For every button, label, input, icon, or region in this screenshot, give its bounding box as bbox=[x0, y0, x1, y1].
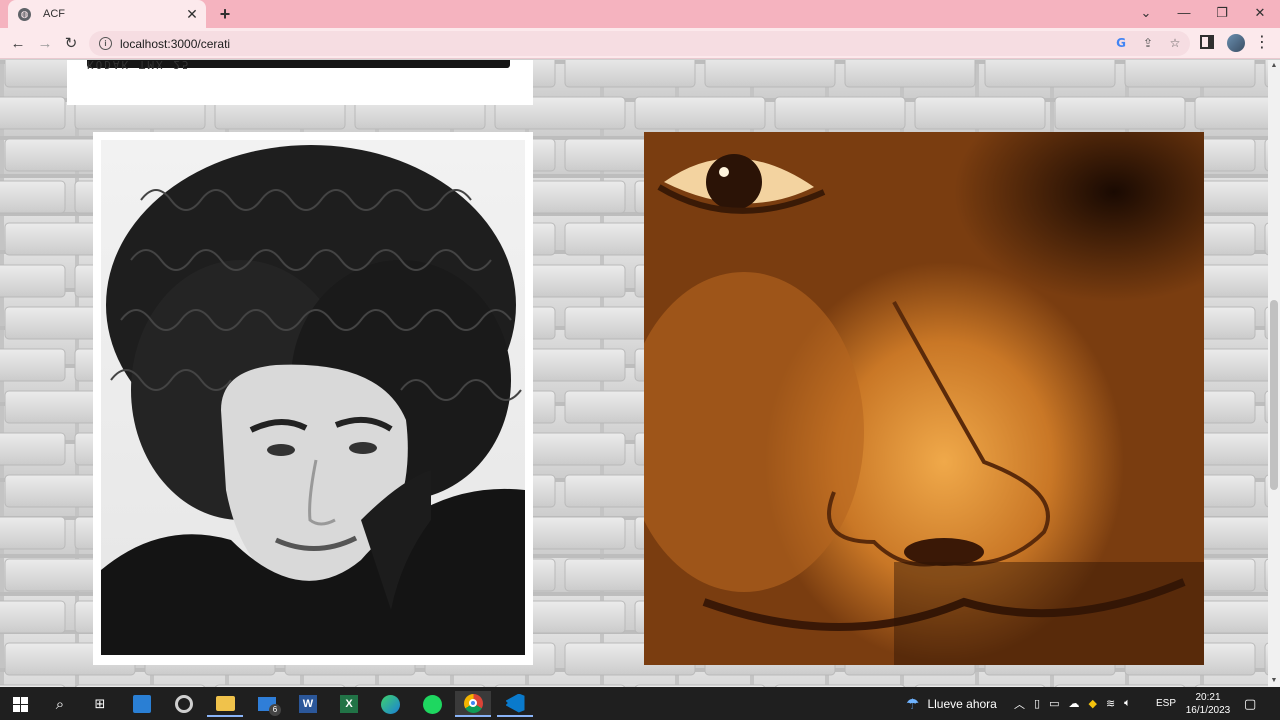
bw-portrait-photo bbox=[101, 140, 525, 655]
minimize-button[interactable]: — bbox=[1165, 0, 1203, 28]
page-viewport: KODAK TMX 25 bbox=[0, 60, 1268, 687]
scroll-down-arrow-icon[interactable]: ▼ bbox=[1268, 675, 1280, 687]
clock[interactable]: 20:21 16/1/2023 bbox=[1185, 687, 1231, 720]
show-hidden-icons-icon[interactable]: ︿ bbox=[1014, 687, 1025, 720]
url-text[interactable]: localhost:3000/cerati bbox=[120, 37, 230, 51]
page-scrollbar[interactable]: ▲ ▼ bbox=[1268, 60, 1280, 687]
google-lens-icon[interactable]: G bbox=[1112, 34, 1130, 52]
site-info-icon[interactable]: i bbox=[99, 37, 112, 50]
wifi-icon[interactable]: ≋ bbox=[1106, 697, 1115, 710]
side-panel-icon[interactable] bbox=[1200, 35, 1214, 49]
store-icon[interactable] bbox=[124, 691, 160, 717]
share-icon[interactable]: ⇪ bbox=[1139, 34, 1157, 52]
battery-icon[interactable]: ▭ bbox=[1049, 697, 1059, 710]
bw-portrait-card bbox=[93, 132, 533, 665]
start-button[interactable] bbox=[2, 691, 38, 717]
excel-icon[interactable]: X bbox=[331, 691, 367, 717]
browser-tab[interactable]: ◍ ACF ✕ bbox=[8, 0, 206, 28]
clock-time: 20:21 bbox=[1195, 691, 1221, 703]
maximize-button[interactable]: ❐ bbox=[1203, 0, 1241, 28]
forward-button[interactable]: → bbox=[34, 33, 56, 55]
mail-badge: 6 bbox=[269, 704, 281, 716]
scroll-up-arrow-icon[interactable]: ▲ bbox=[1268, 60, 1280, 72]
tab-title: ACF bbox=[43, 8, 65, 20]
back-button[interactable]: ← bbox=[7, 33, 29, 55]
profile-avatar[interactable] bbox=[1227, 34, 1245, 52]
file-explorer-icon[interactable] bbox=[207, 691, 243, 717]
windows-logo-icon bbox=[12, 696, 28, 712]
shield-icon[interactable]: ◆ bbox=[1088, 697, 1096, 710]
weather-widget[interactable]: ☂ Llueve ahora bbox=[906, 687, 997, 720]
app-circle-icon[interactable] bbox=[166, 691, 202, 717]
system-tray-icons[interactable]: ▯ ▭ ☁ ◆ ≋ 🔈︎ bbox=[1034, 687, 1131, 720]
top-photo-card: KODAK TMX 25 bbox=[67, 60, 533, 105]
tab-close-icon[interactable]: ✕ bbox=[182, 6, 202, 23]
new-tab-button[interactable]: + bbox=[215, 4, 235, 24]
reload-button[interactable]: ↻ bbox=[60, 33, 82, 55]
tab-strip: ◍ ACF ✕ + ⌄ — ❐ ✕ bbox=[0, 0, 1280, 28]
mail-icon[interactable]: 6 bbox=[249, 691, 285, 717]
clock-date: 16/1/2023 bbox=[1185, 704, 1231, 716]
scrollbar-thumb[interactable] bbox=[1270, 300, 1278, 490]
browser-toolbar: ← → ↻ i localhost:3000/cerati G ⇪ ☆ ⋮ bbox=[0, 28, 1280, 59]
vscode-icon[interactable] bbox=[497, 691, 533, 717]
task-view-icon[interactable]: ⊞ bbox=[82, 691, 118, 717]
film-edge-text: KODAK TMX 25 bbox=[87, 60, 191, 71]
spotify-icon[interactable] bbox=[414, 691, 450, 717]
umbrella-icon: ☂ bbox=[906, 695, 920, 713]
windows-taskbar: ⌕ ⊞ 6 W X ☂ Llueve ahora ︿ ▯ ▭ ☁ ◆ ≋ 🔈︎ … bbox=[0, 687, 1280, 720]
edge-icon[interactable] bbox=[372, 691, 408, 717]
word-icon[interactable]: W bbox=[290, 691, 326, 717]
globe-icon: ◍ bbox=[18, 7, 31, 21]
close-window-button[interactable]: ✕ bbox=[1241, 0, 1279, 28]
address-bar[interactable]: i localhost:3000/cerati G ⇪ ☆ bbox=[89, 31, 1190, 56]
language-indicator[interactable]: ESP bbox=[1156, 687, 1176, 720]
notifications-icon[interactable]: ▢ bbox=[1244, 687, 1256, 720]
cloud-icon[interactable]: ☁ bbox=[1068, 697, 1079, 710]
weather-text: Llueve ahora bbox=[927, 696, 997, 711]
color-closeup-photo bbox=[644, 132, 1204, 665]
chrome-icon[interactable] bbox=[455, 691, 491, 717]
search-icon[interactable]: ⌕ bbox=[42, 691, 78, 717]
bookmark-star-icon[interactable]: ☆ bbox=[1166, 34, 1184, 52]
volume-icon[interactable]: 🔈︎ bbox=[1124, 697, 1131, 710]
device-icon[interactable]: ▯ bbox=[1034, 697, 1040, 710]
chrome-menu-icon[interactable]: ⋮ bbox=[1254, 32, 1270, 54]
tab-search-icon[interactable]: ⌄ bbox=[1127, 0, 1165, 28]
